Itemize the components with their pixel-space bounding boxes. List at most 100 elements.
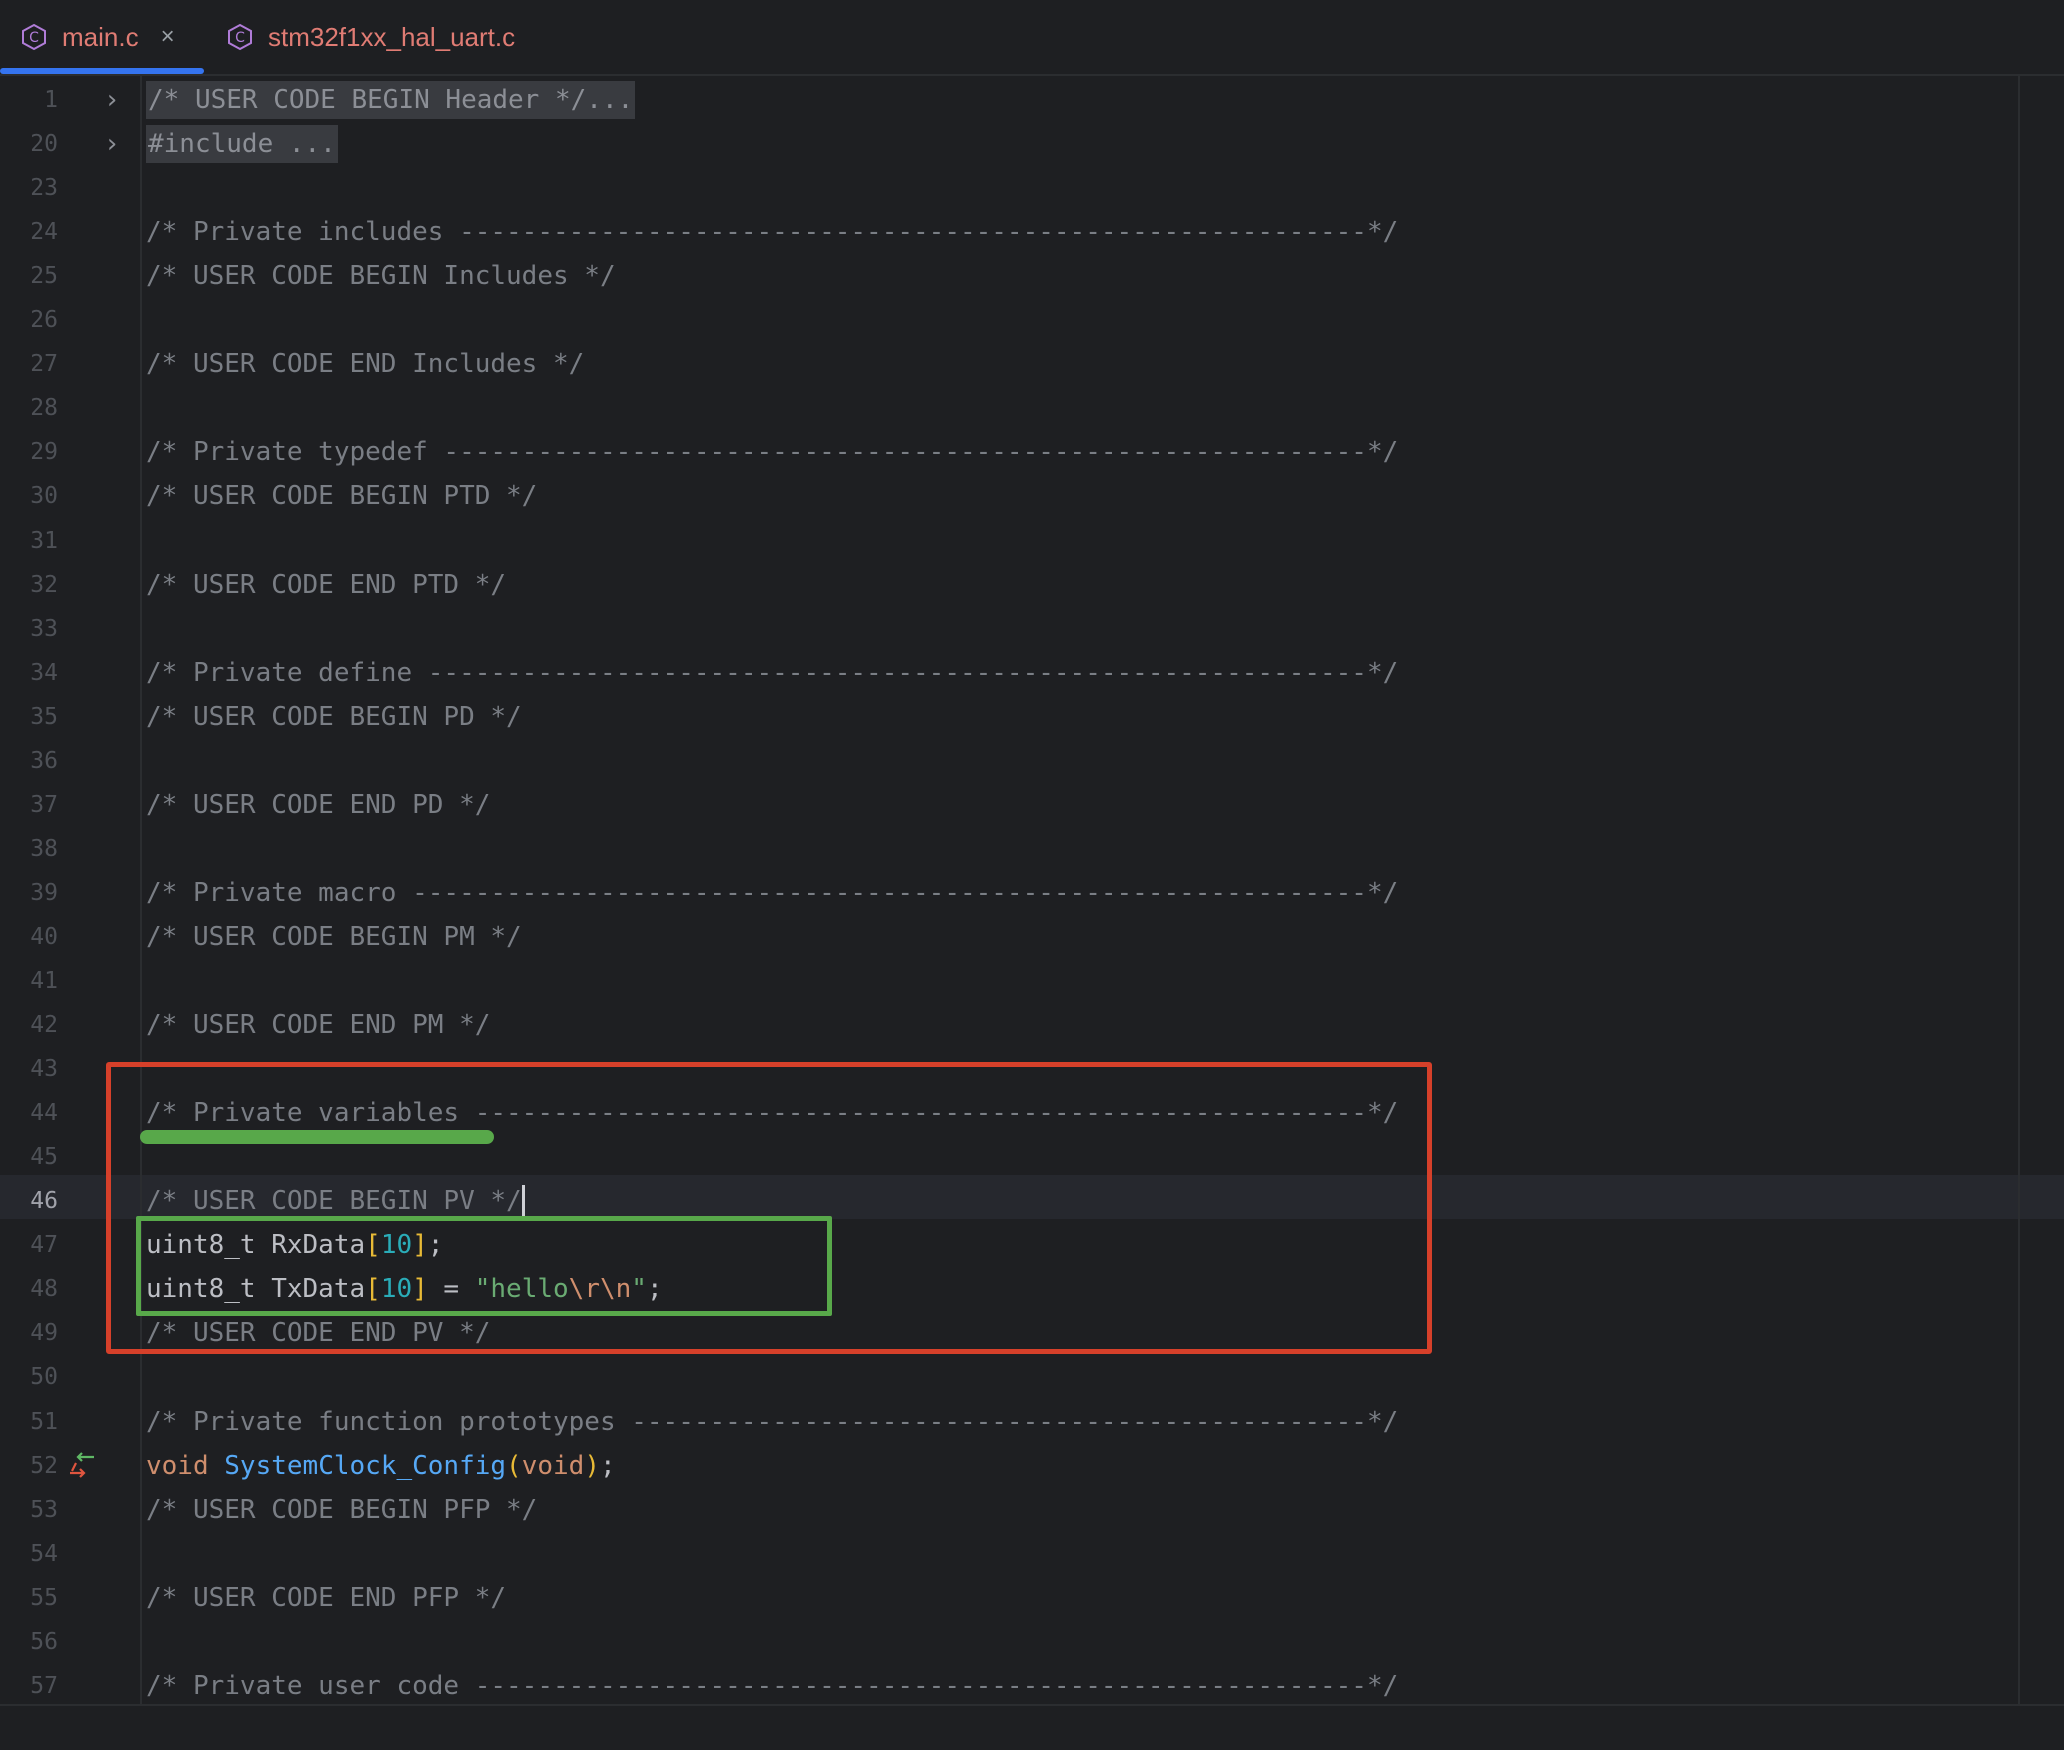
code-line[interactable]: 39 /* Private macro ---------------------… bbox=[0, 871, 2064, 915]
line-number: 36 bbox=[30, 747, 58, 774]
code-token: void bbox=[521, 1450, 585, 1481]
code-line[interactable]: 37 /* USER CODE END PD */ bbox=[0, 783, 2064, 827]
line-number: 57 bbox=[30, 1672, 58, 1699]
code-line[interactable]: 55 /* USER CODE END PFP */ bbox=[0, 1576, 2064, 1620]
code-text: /* USER CODE BEGIN PD */ bbox=[146, 695, 522, 739]
code-token: void bbox=[146, 1450, 209, 1481]
line-number: 45 bbox=[30, 1144, 58, 1171]
code-token: /* USER CODE END PFP */ bbox=[146, 1582, 507, 1613]
line-number: 49 bbox=[30, 1320, 58, 1347]
line-number: 1 bbox=[44, 87, 58, 113]
code-token: ) bbox=[584, 1450, 600, 1481]
code-line[interactable]: 34 /* Private define --------------------… bbox=[0, 651, 2064, 695]
c-file-icon: C bbox=[22, 23, 46, 51]
code-token: /* Private typedef ---------------------… bbox=[146, 437, 1399, 468]
code-line[interactable]: 32 /* USER CODE END PTD */ bbox=[0, 563, 2064, 607]
code-text: /* USER CODE END Includes */ bbox=[146, 342, 584, 386]
code-token: /* USER CODE END Includes */ bbox=[146, 349, 585, 380]
line-number: 48 bbox=[30, 1276, 58, 1303]
line-number: 32 bbox=[30, 571, 58, 598]
code-token: /* Private define ----------------------… bbox=[146, 657, 1399, 688]
line-number: 39 bbox=[30, 879, 58, 906]
tab-label: main.c bbox=[62, 21, 139, 52]
code-text: /* Private macro -----------------------… bbox=[146, 871, 1398, 915]
code-editor[interactable]: 1 › /* USER CODE BEGIN Header */... 20 › #inc… bbox=[0, 76, 2064, 1704]
tab-main-c[interactable]: C main.c × bbox=[20, 0, 204, 74]
code-text: #include ... bbox=[146, 122, 338, 166]
code-line[interactable]: 42 /* USER CODE END PM */ bbox=[0, 1003, 2064, 1047]
code-text: /* Private function prototypes ---------… bbox=[146, 1400, 1398, 1444]
code-token: /* Private function prototypes ---------… bbox=[146, 1406, 1399, 1437]
code-line[interactable]: 56 bbox=[0, 1620, 2064, 1664]
code-text: /* Private user code -------------------… bbox=[146, 1664, 1398, 1708]
line-number: 20 bbox=[30, 131, 58, 158]
code-line[interactable]: 38 bbox=[0, 827, 2064, 871]
code-line[interactable]: 20 › #include ... bbox=[0, 122, 2064, 166]
code-line[interactable]: 54 bbox=[0, 1532, 2064, 1576]
code-line[interactable]: 25 /* USER CODE BEGIN Includes */ bbox=[0, 254, 2064, 298]
code-line[interactable]: 51 /* Private function prototypes -------… bbox=[0, 1400, 2064, 1444]
line-number: 40 bbox=[30, 923, 58, 950]
active-tab-indicator bbox=[0, 68, 204, 74]
code-line[interactable]: 28 bbox=[0, 386, 2064, 430]
code-text: void SystemClock_Config(void); bbox=[146, 1444, 616, 1488]
line-number: 37 bbox=[30, 791, 58, 818]
line-number: 25 bbox=[30, 263, 58, 290]
code-text: /* USER CODE END PM */ bbox=[146, 1003, 490, 1047]
code-line[interactable]: 24 /* Private includes ------------------… bbox=[0, 210, 2064, 254]
code-line[interactable]: 33 bbox=[0, 607, 2064, 651]
code-line[interactable]: 50 bbox=[0, 1355, 2064, 1399]
chevron-right-icon[interactable]: › bbox=[104, 122, 120, 166]
code-text: /* Private includes --------------------… bbox=[146, 210, 1398, 254]
code-token: /* USER CODE BEGIN Includes */ bbox=[146, 261, 616, 292]
code-token: /* USER CODE BEGIN PD */ bbox=[146, 701, 522, 732]
code-line[interactable]: 40 /* USER CODE BEGIN PM */ bbox=[0, 915, 2064, 959]
code-text: /* USER CODE END PTD */ bbox=[146, 563, 506, 607]
line-number: 54 bbox=[30, 1540, 58, 1567]
tab-label: stm32f1xx_hal_uart.c bbox=[268, 21, 516, 52]
c-file-icon: C bbox=[228, 23, 252, 51]
code-line[interactable]: 23 bbox=[0, 166, 2064, 210]
code-line[interactable]: 52 void SystemClock_Config(void); bbox=[0, 1444, 2064, 1488]
close-icon[interactable]: × bbox=[161, 23, 175, 51]
code-text: /* USER CODE BEGIN PFP */ bbox=[146, 1488, 537, 1532]
code-text: /* Private define ----------------------… bbox=[146, 651, 1398, 695]
code-line[interactable]: 1 › /* USER CODE BEGIN Header */... bbox=[0, 78, 2064, 122]
line-number: 26 bbox=[30, 307, 58, 334]
code-line[interactable]: 36 bbox=[0, 739, 2064, 783]
line-number: 55 bbox=[30, 1584, 58, 1611]
code-token: /* USER CODE BEGIN Header */... bbox=[146, 81, 636, 119]
line-number: 42 bbox=[30, 1012, 58, 1039]
code-line[interactable]: 27 /* USER CODE END Includes */ bbox=[0, 342, 2064, 386]
line-number: 43 bbox=[30, 1056, 58, 1083]
editor-tab-bar: C main.c × C stm32f1xx_hal_uart.c bbox=[0, 0, 2064, 76]
code-line[interactable]: 57 /* Private user code -----------------… bbox=[0, 1664, 2064, 1708]
code-token: #include ... bbox=[146, 125, 338, 164]
code-line[interactable]: 53 /* USER CODE BEGIN PFP */ bbox=[0, 1488, 2064, 1532]
line-number: 23 bbox=[30, 175, 58, 202]
code-line[interactable]: 29 /* Private typedef -------------------… bbox=[0, 430, 2064, 474]
code-token: /* Private macro -----------------------… bbox=[146, 877, 1399, 908]
line-number: 38 bbox=[30, 835, 58, 862]
code-line[interactable]: 26 bbox=[0, 298, 2064, 342]
code-token: /* Private user code -------------------… bbox=[146, 1670, 1399, 1701]
tab-stm32f1xx-hal-uart-c[interactable]: C stm32f1xx_hal_uart.c bbox=[226, 0, 556, 74]
code-line[interactable]: 31 bbox=[0, 519, 2064, 563]
line-number: 28 bbox=[30, 395, 58, 422]
line-number: 44 bbox=[30, 1100, 58, 1127]
svg-text:C: C bbox=[235, 30, 245, 46]
code-line[interactable]: 30 /* USER CODE BEGIN PTD */ bbox=[0, 474, 2064, 518]
line-number: 52 bbox=[30, 1452, 58, 1479]
line-number: 46 bbox=[30, 1188, 58, 1215]
chevron-right-icon[interactable]: › bbox=[104, 78, 120, 122]
line-number: 33 bbox=[30, 615, 58, 642]
line-number: 31 bbox=[30, 527, 58, 554]
code-text: /* USER CODE BEGIN PM */ bbox=[146, 915, 522, 959]
code-line[interactable]: 35 /* USER CODE BEGIN PD */ bbox=[0, 695, 2064, 739]
implementation-arrows-icon[interactable] bbox=[66, 1449, 100, 1483]
line-number: 51 bbox=[30, 1408, 58, 1435]
code-token: /* USER CODE END PD */ bbox=[146, 789, 491, 820]
code-line[interactable]: 41 bbox=[0, 959, 2064, 1003]
line-number: 34 bbox=[30, 659, 58, 686]
